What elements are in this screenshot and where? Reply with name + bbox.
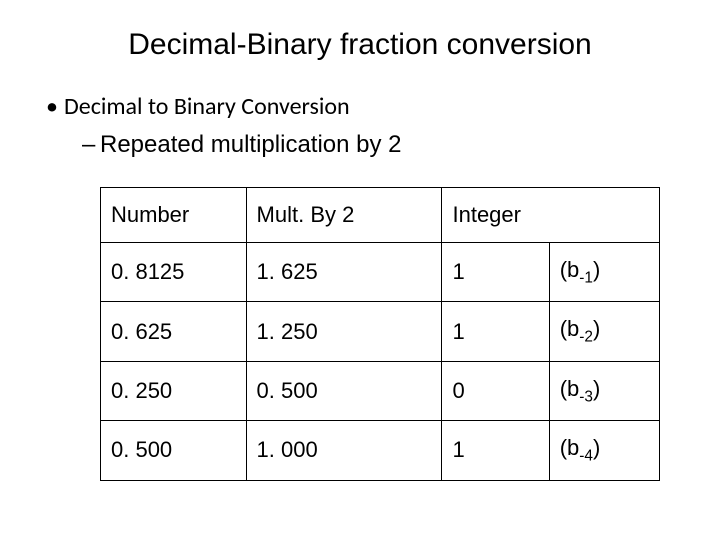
table-row: 0. 250 0. 500 0 (b-3) bbox=[101, 361, 660, 420]
bullet-dash-icon: – bbox=[82, 131, 100, 159]
cell-bit: (b-3) bbox=[549, 361, 659, 420]
cell-mult: 0. 500 bbox=[246, 361, 442, 420]
cell-mult: 1. 250 bbox=[246, 302, 442, 361]
table-row: 0. 500 1. 000 1 (b-4) bbox=[101, 421, 660, 480]
table-row: 0. 625 1. 250 1 (b-2) bbox=[101, 302, 660, 361]
header-number: Number bbox=[101, 188, 247, 243]
cell-number: 0. 625 bbox=[101, 302, 247, 361]
cell-int: 0 bbox=[442, 361, 549, 420]
conversion-table: Number Mult. By 2 Integer 0. 8125 1. 625… bbox=[100, 187, 660, 481]
cell-int: 1 bbox=[442, 302, 549, 361]
cell-bit: (b-2) bbox=[549, 302, 659, 361]
cell-int: 1 bbox=[442, 421, 549, 480]
bullet-level-1: •Decimal to Binary Conversion bbox=[46, 92, 680, 121]
header-integer: Integer bbox=[442, 188, 660, 243]
cell-bit: (b-1) bbox=[549, 243, 659, 302]
slide: Decimal-Binary fraction conversion •Deci… bbox=[0, 0, 720, 481]
bullet-2-text: Repeated multiplication by 2 bbox=[100, 131, 402, 158]
cell-mult: 1. 000 bbox=[246, 421, 442, 480]
cell-number: 0. 500 bbox=[101, 421, 247, 480]
table-header-row: Number Mult. By 2 Integer bbox=[101, 188, 660, 243]
slide-title: Decimal-Binary fraction conversion bbox=[40, 28, 680, 62]
cell-bit: (b-4) bbox=[549, 421, 659, 480]
cell-number: 0. 250 bbox=[101, 361, 247, 420]
cell-number: 0. 8125 bbox=[101, 243, 247, 302]
cell-int: 1 bbox=[442, 243, 549, 302]
bullet-dot-icon: • bbox=[46, 92, 64, 121]
header-mult: Mult. By 2 bbox=[246, 188, 442, 243]
table-row: 0. 8125 1. 625 1 (b-1) bbox=[101, 243, 660, 302]
cell-mult: 1. 625 bbox=[246, 243, 442, 302]
bullet-1-text: Decimal to Binary Conversion bbox=[64, 92, 350, 121]
bullet-level-2: –Repeated multiplication by 2 bbox=[82, 131, 680, 159]
